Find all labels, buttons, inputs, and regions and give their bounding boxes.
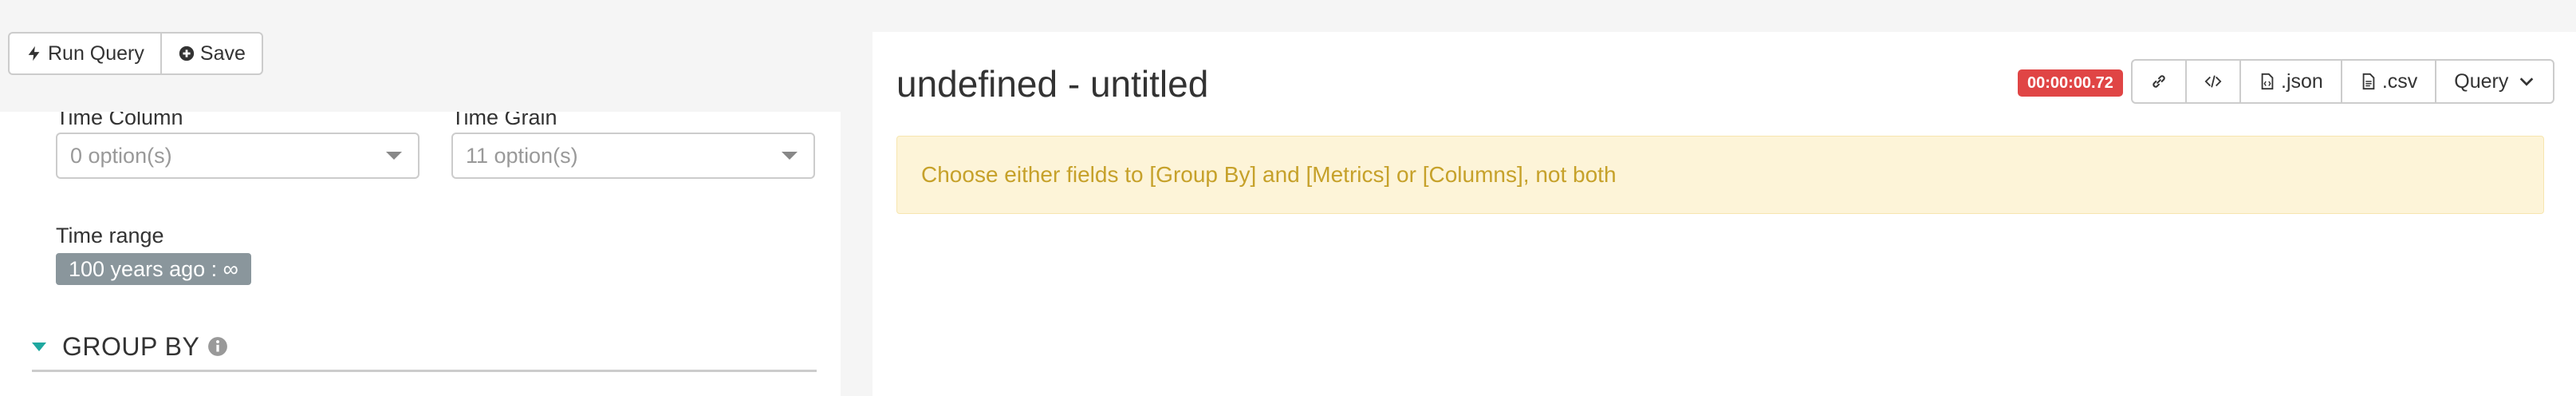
bolt-icon: [28, 46, 40, 61]
save-label: Save: [199, 42, 246, 65]
run-query-button[interactable]: Run Query: [8, 32, 162, 75]
time-column-select[interactable]: 0 option(s): [56, 133, 419, 179]
time-grain-placeholder: 11 option(s): [466, 143, 578, 168]
group-by-section-header[interactable]: GROUP BY: [32, 323, 817, 372]
query-timer-badge: 00:00:00.72: [2018, 69, 2123, 97]
time-range-label: Time range: [56, 224, 164, 248]
control-panel: Time Column 0 option(s) Time Grain 11 op…: [0, 112, 841, 396]
csv-label: .csv: [2381, 69, 2418, 93]
chart-panel: undefined - untitled 00:00:00.72 .json .…: [872, 32, 2576, 396]
code-icon: [2204, 75, 2222, 88]
group-by-title: GROUP BY: [62, 331, 200, 361]
copy-link-button[interactable]: [2131, 59, 2187, 104]
export-csv-button[interactable]: .csv: [2340, 59, 2437, 104]
query-actions: Run Query Save: [8, 32, 263, 75]
time-column-label: Time Column: [56, 112, 183, 129]
time-range-badge[interactable]: 100 years ago : ∞: [56, 253, 251, 285]
caret-down-icon[interactable]: [32, 342, 46, 351]
file-code-icon: [2261, 73, 2274, 90]
file-text-icon: [2362, 73, 2375, 90]
save-button[interactable]: Save: [160, 32, 263, 75]
json-label: .json: [2281, 69, 2323, 93]
chevron-down-icon: [386, 152, 402, 160]
query-dropdown-button[interactable]: Query: [2435, 59, 2555, 104]
chevron-down-icon: [782, 152, 798, 160]
export-json-button[interactable]: .json: [2239, 59, 2342, 104]
query-label: Query: [2454, 69, 2509, 93]
time-grain-select[interactable]: 11 option(s): [451, 133, 815, 179]
chevron-down-icon: [2520, 77, 2534, 86]
time-grain-label: Time Grain: [451, 112, 557, 129]
time-column-placeholder: 0 option(s): [70, 143, 172, 168]
info-icon[interactable]: [207, 336, 228, 357]
chart-actions-toolbar: .json .csv Query: [2131, 59, 2555, 104]
warning-alert: Choose either fields to [Group By] and […: [896, 136, 2544, 214]
chart-title: undefined - untitled: [896, 63, 1209, 105]
run-query-label: Run Query: [48, 42, 144, 65]
plus-circle-icon: [179, 46, 195, 61]
embed-code-button[interactable]: [2185, 59, 2241, 104]
link-icon: [2153, 75, 2165, 88]
